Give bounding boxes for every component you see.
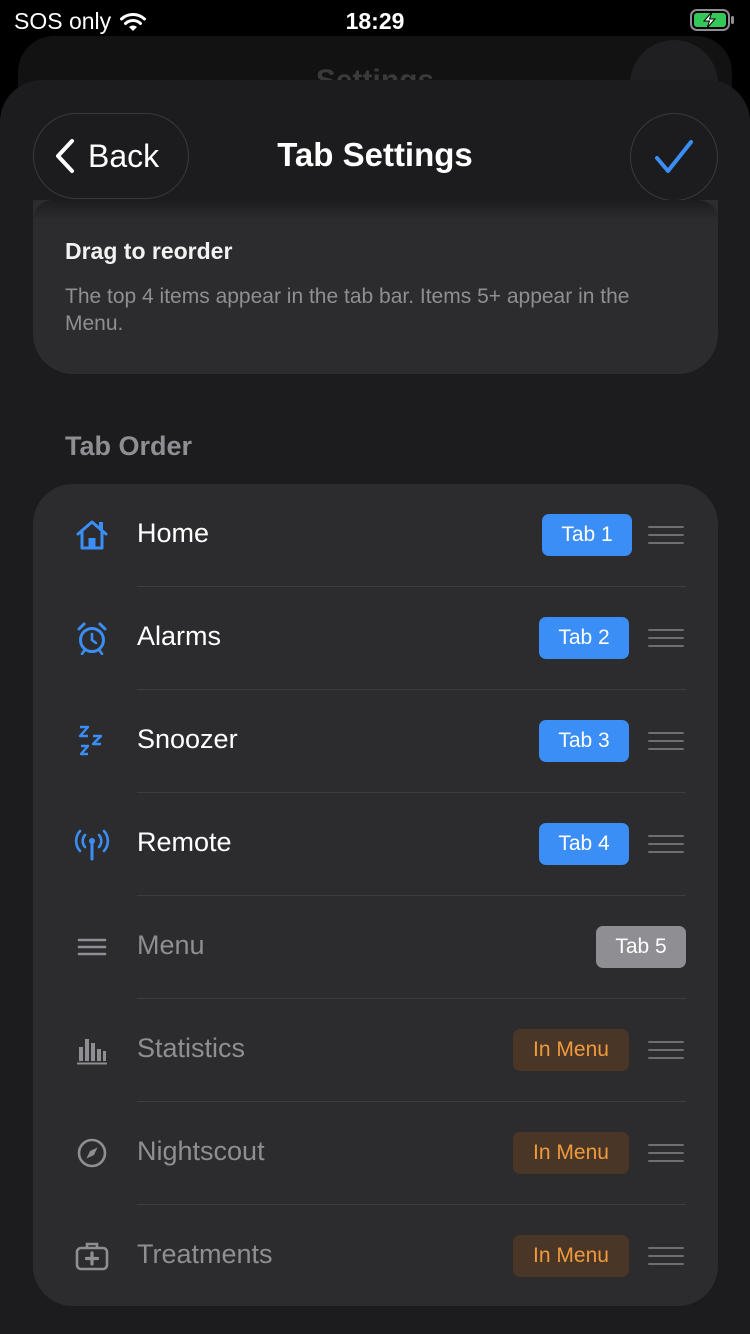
item-label: Menu: [137, 930, 205, 960]
drag-handle-icon[interactable]: [648, 1247, 684, 1265]
done-button[interactable]: [630, 113, 718, 201]
compass-icon: [73, 1134, 111, 1172]
tab-badge: Tab 2: [539, 617, 629, 659]
item-label: Treatments: [137, 1239, 273, 1269]
drag-handle-icon[interactable]: [648, 732, 684, 750]
bar-chart-icon: [73, 1031, 111, 1069]
tab-badge: Tab 4: [539, 823, 629, 865]
item-label: Home: [137, 518, 210, 548]
list-item[interactable]: Snoozer Tab 3: [33, 690, 718, 793]
list-item[interactable]: Home Tab 1: [33, 484, 718, 587]
menu-lines-icon: [73, 928, 111, 966]
list-item: Menu Tab 5: [33, 896, 718, 999]
battery-charging-icon: [690, 8, 736, 37]
info-title: Drag to reorder: [65, 238, 233, 264]
zzz-icon: [73, 722, 111, 760]
item-label: Nightscout: [137, 1136, 265, 1166]
checkmark-icon: [655, 140, 693, 173]
drag-handle-icon[interactable]: [648, 835, 684, 853]
section-header-tab-order: Tab Order: [65, 431, 193, 461]
list-item[interactable]: Statistics In Menu: [33, 999, 718, 1102]
drag-handle-icon[interactable]: [648, 526, 684, 544]
menu-badge: In Menu: [513, 1029, 629, 1071]
item-label: Remote: [137, 827, 232, 857]
list-item[interactable]: Remote Tab 4: [33, 793, 718, 896]
list-item[interactable]: Treatments In Menu: [33, 1205, 718, 1308]
house-icon: [73, 516, 111, 554]
list-item[interactable]: Nightscout In Menu: [33, 1102, 718, 1205]
tab-badge: Tab 1: [542, 514, 632, 556]
drag-handle-icon[interactable]: [648, 1041, 684, 1059]
tab-badge: Tab 5: [596, 926, 686, 968]
item-label: Snoozer: [137, 724, 238, 754]
medical-kit-icon: [73, 1237, 111, 1275]
info-text: The top 4 items appear in the tab bar. I…: [65, 285, 630, 335]
antenna-icon: [73, 825, 111, 863]
list-item[interactable]: Alarms Tab 2: [33, 587, 718, 690]
tab-badge: Tab 3: [539, 720, 629, 762]
drag-handle-icon[interactable]: [648, 629, 684, 647]
menu-badge: In Menu: [513, 1132, 629, 1174]
status-time: 18:29: [345, 8, 405, 34]
item-label: Alarms: [137, 621, 222, 651]
drag-handle-icon[interactable]: [648, 1144, 684, 1162]
alarm-clock-icon: [73, 619, 111, 657]
item-label: Statistics: [137, 1033, 246, 1063]
info-card: Drag to reorder The top 4 items appear i…: [33, 200, 718, 374]
tab-order-list: Home Tab 1 Alarms Tab 2 Snoozer Tab 3 Re…: [33, 484, 718, 1306]
menu-badge: In Menu: [513, 1235, 629, 1277]
